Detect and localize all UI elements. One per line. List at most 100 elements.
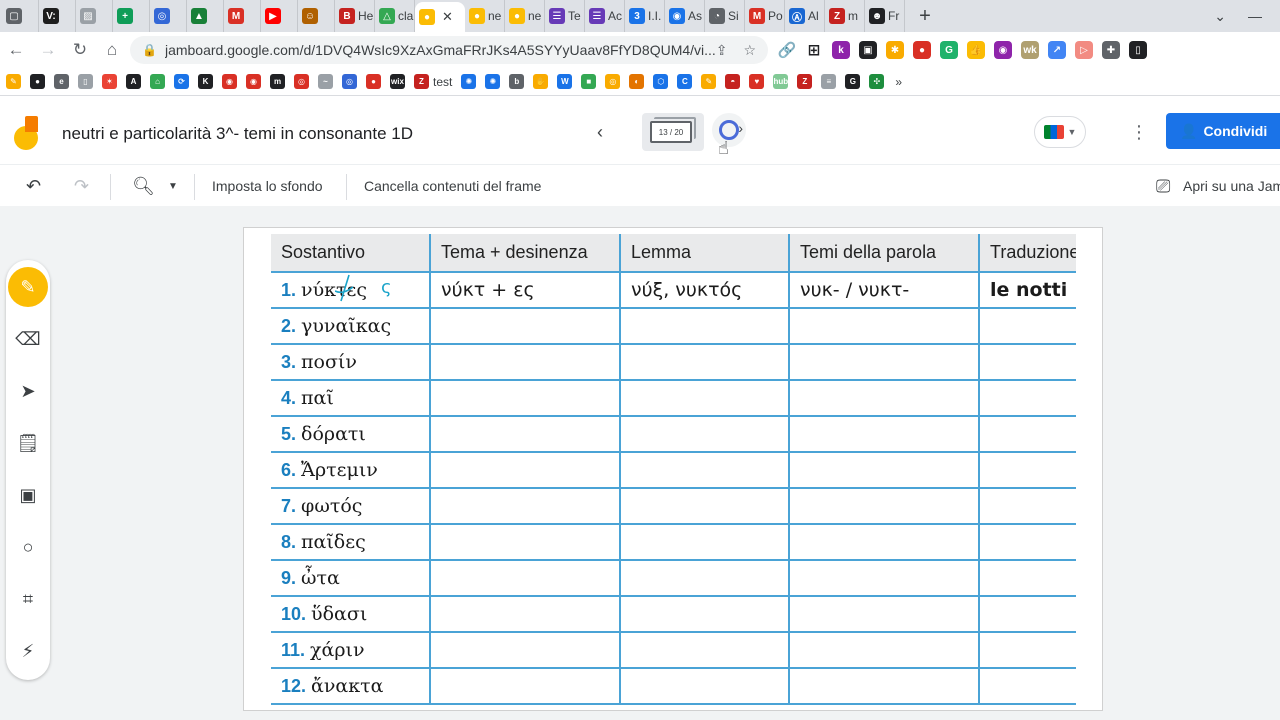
text-box-tool[interactable]: ⌗ bbox=[13, 584, 43, 614]
bookmark-icon[interactable]: ✺ bbox=[461, 74, 477, 89]
browser-tab[interactable]: M bbox=[224, 0, 261, 32]
laser-tool[interactable]: ⚡︎ bbox=[13, 636, 43, 666]
zoom-caret-icon[interactable]: ▼ bbox=[168, 181, 178, 192]
close-tab-icon[interactable]: ✕ bbox=[442, 9, 453, 25]
bookmark-icon[interactable]: ♥ bbox=[749, 74, 765, 89]
bookmark-icon[interactable]: Z bbox=[414, 74, 429, 89]
browser-tab[interactable]: ☰ Te bbox=[545, 0, 585, 32]
back-icon[interactable]: ← bbox=[0, 40, 32, 60]
set-background-button[interactable]: Imposta lo sfondo bbox=[212, 178, 323, 194]
bookmark-icon[interactable]: ⟳ bbox=[174, 74, 189, 89]
browser-tab[interactable]: ☻ Fr bbox=[865, 0, 905, 32]
bookmark-icon[interactable]: ~ bbox=[318, 74, 333, 89]
bookmark-icon[interactable]: C bbox=[677, 74, 693, 89]
bookmark-icon[interactable]: ◐ bbox=[629, 74, 645, 89]
bookmark-icon[interactable]: ⬡ bbox=[653, 74, 669, 89]
frame-bar-button[interactable]: 13 / 20 bbox=[642, 113, 704, 151]
bookmark-icon[interactable]: hub bbox=[773, 74, 789, 89]
browser-tab[interactable]: M Po bbox=[745, 0, 785, 32]
bookmark-icon[interactable]: ◎ bbox=[294, 74, 309, 89]
pen-tool[interactable]: ✎ bbox=[8, 267, 48, 307]
jam-frame[interactable]: Sostantivo Tema + desinenza Lemma Temi d… bbox=[243, 227, 1103, 711]
bookmark-icon[interactable]: ≡ bbox=[821, 74, 837, 89]
minimize-icon[interactable]: — bbox=[1248, 8, 1262, 24]
browser-tab[interactable]: Zm bbox=[825, 0, 865, 32]
image-tool[interactable]: ▣ bbox=[13, 480, 43, 510]
browser-tab[interactable]: ▶ bbox=[261, 0, 298, 32]
browser-tab[interactable]: ● ne bbox=[465, 0, 505, 32]
browser-tab[interactable]: ◔ Si bbox=[705, 0, 745, 32]
bookmarks-more-icon[interactable]: » bbox=[895, 75, 902, 89]
undo-icon[interactable]: ↶ bbox=[26, 176, 41, 197]
browser-tab[interactable]: △ cla bbox=[375, 0, 415, 32]
bookmark-icon[interactable]: m bbox=[270, 74, 285, 89]
bookmark-icon[interactable]: ✋ bbox=[533, 74, 549, 89]
browser-tab[interactable]: ▢ bbox=[2, 0, 39, 32]
chevron-left-icon[interactable]: ‹ bbox=[597, 122, 603, 143]
zoom-icon[interactable]: 🔍︎ bbox=[132, 176, 155, 197]
bookmark-icon[interactable]: ✶ bbox=[102, 74, 117, 89]
bookmark-icon[interactable]: ■ bbox=[581, 74, 597, 89]
browser-tab[interactable]: + bbox=[113, 0, 150, 32]
bookmark-icon[interactable]: ✎ bbox=[701, 74, 717, 89]
bookmark-icon[interactable]: wix bbox=[390, 74, 405, 89]
browser-tab[interactable]: ▨ bbox=[76, 0, 113, 32]
bookmark-icon[interactable]: ◉ bbox=[246, 74, 261, 89]
browser-tab[interactable]: ◉ As bbox=[665, 0, 705, 32]
bookmark-icon[interactable]: ● bbox=[366, 74, 381, 89]
url-text[interactable]: jamboard.google.com/d/1DVQ4WsIc9XzAxGmaF… bbox=[165, 42, 716, 58]
jam-title[interactable]: neutri e particolarità 3^- temi in conso… bbox=[62, 124, 413, 144]
bookmark-icon[interactable]: W bbox=[557, 74, 573, 89]
grid-icon[interactable]: ⊞ bbox=[805, 41, 823, 59]
extension-icon[interactable]: ▣ bbox=[859, 41, 877, 59]
meet-button[interactable]: ▼ bbox=[1034, 116, 1086, 148]
home-icon[interactable]: ⌂ bbox=[96, 40, 128, 60]
extension-icon[interactable]: wk bbox=[1021, 41, 1039, 59]
bookmark-star-icon[interactable]: ☆ bbox=[743, 42, 756, 59]
extension-icon[interactable]: ● bbox=[913, 41, 931, 59]
select-tool[interactable]: ➤ bbox=[13, 376, 43, 406]
bookmark-icon[interactable]: K bbox=[198, 74, 213, 89]
extension-icon[interactable]: ✱ bbox=[886, 41, 904, 59]
bookmark-icon[interactable]: G bbox=[845, 74, 861, 89]
bookmark-icon[interactable]: ◉ bbox=[222, 74, 237, 89]
browser-tab[interactable]: ☺ bbox=[298, 0, 335, 32]
address-bar[interactable]: 🔒 jamboard.google.com/d/1DVQ4WsIc9XzAxGm… bbox=[130, 36, 768, 64]
bookmark-icon[interactable]: ● bbox=[30, 74, 45, 89]
lock-icon[interactable]: 🔒 bbox=[142, 43, 157, 57]
browser-tab[interactable]: B He bbox=[335, 0, 375, 32]
browser-tab[interactable]: ▲ bbox=[187, 0, 224, 32]
open-on-device-icon[interactable]: ⎚ bbox=[1156, 176, 1170, 197]
browser-tab[interactable]: ● ne bbox=[505, 0, 545, 32]
share-page-icon[interactable]: ⇪ bbox=[716, 42, 728, 59]
bookmark-icon[interactable]: e bbox=[54, 74, 69, 89]
browser-tab[interactable]: ☰ Ac bbox=[585, 0, 625, 32]
extension-icon[interactable]: 👍 bbox=[967, 41, 985, 59]
tab-active[interactable]: ● ✕ bbox=[415, 2, 465, 32]
bookmark-icon[interactable]: ◎ bbox=[342, 74, 357, 89]
browser-tab[interactable]: 3 I.I. bbox=[625, 0, 665, 32]
extension-icon[interactable]: ↗ bbox=[1048, 41, 1066, 59]
extension-icon[interactable]: k bbox=[832, 41, 850, 59]
bookmark-icon[interactable]: ⌂ bbox=[150, 74, 165, 89]
link-icon[interactable]: 🔗 bbox=[778, 41, 797, 59]
sticky-note-tool[interactable]: 🗒︎ bbox=[13, 428, 43, 458]
jamboard-logo[interactable] bbox=[14, 116, 40, 150]
browser-tab[interactable]: Ⓐ Al bbox=[785, 0, 825, 32]
bookmark-icon[interactable]: A bbox=[126, 74, 141, 89]
share-button[interactable]: 👤 Condividi bbox=[1166, 113, 1280, 149]
bookmark-icon[interactable]: ◎ bbox=[605, 74, 621, 89]
extension-icon[interactable]: ◉ bbox=[994, 41, 1012, 59]
bookmark-icon[interactable]: ✺ bbox=[485, 74, 501, 89]
bookmark-icon[interactable]: Z bbox=[797, 74, 813, 89]
bookmark-icon[interactable]: b bbox=[509, 74, 525, 89]
clear-frame-button[interactable]: Cancella contenuti del frame bbox=[364, 178, 541, 194]
extension-icon[interactable]: ▷ bbox=[1075, 41, 1093, 59]
extension-icon[interactable]: ✚ bbox=[1102, 41, 1120, 59]
extension-icon[interactable]: ▯ bbox=[1129, 41, 1147, 59]
bookmark-icon[interactable]: ✣ bbox=[869, 74, 885, 89]
bookmark-icon[interactable]: ◓ bbox=[725, 74, 741, 89]
forward-icon[interactable]: → bbox=[32, 40, 64, 60]
shape-tool[interactable]: ○ bbox=[13, 532, 43, 562]
extension-icon[interactable]: G bbox=[940, 41, 958, 59]
